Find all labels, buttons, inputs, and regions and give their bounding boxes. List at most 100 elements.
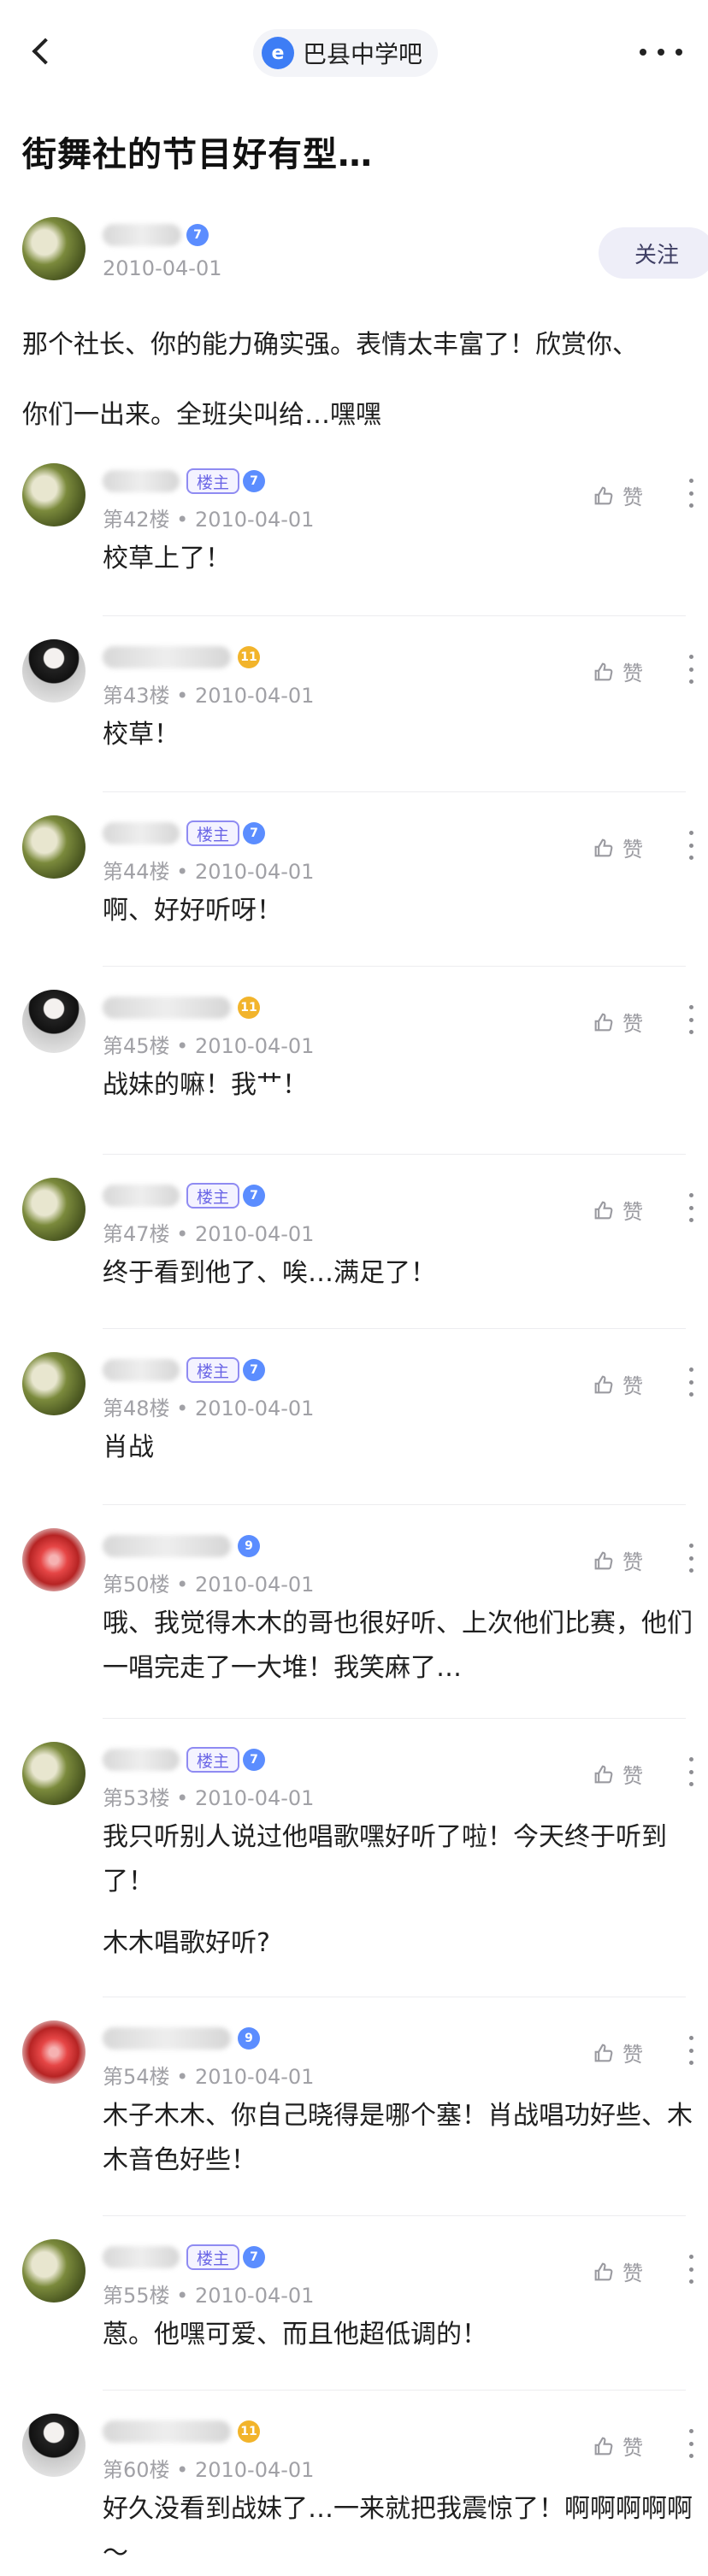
reply-text: 我只听别人说过他唱歌嘿好听了啦！今天终于听到了！: [103, 1822, 667, 1897]
like-label: 赞: [622, 2261, 643, 2285]
reply-username-blurred[interactable]: [103, 1749, 180, 1771]
reply-avatar[interactable]: [22, 1352, 86, 1415]
reply-username-blurred[interactable]: [103, 1185, 180, 1207]
reply-text: 终于看到他了、唉…满足了！: [103, 1258, 436, 1288]
reply-username-blurred[interactable]: [103, 1535, 231, 1557]
reply-avatar[interactable]: [22, 2414, 86, 2477]
like-button[interactable]: 赞: [592, 1195, 643, 1225]
op-username-blurred[interactable]: [103, 224, 181, 246]
reply-avatar[interactable]: [22, 639, 86, 703]
reply-more-icon[interactable]: [682, 1757, 699, 1786]
thumb-up-icon: [594, 2044, 613, 2061]
op-date: 2010-04-01: [103, 256, 222, 280]
reply-text: 校草！: [103, 720, 180, 750]
thumb-up-icon: [594, 486, 613, 504]
thumb-up-icon: [594, 1551, 613, 1569]
host-badge: 楼主: [186, 1747, 240, 1773]
like-button[interactable]: 赞: [592, 1369, 643, 1399]
reply-divider: [103, 1504, 686, 1505]
like-label: 赞: [622, 838, 643, 862]
reply-avatar[interactable]: [22, 1528, 86, 1591]
thumb-up-icon: [594, 1013, 613, 1031]
reply-more-icon[interactable]: [682, 655, 699, 684]
reply-floor-date: 第60楼 • 2010-04-01: [103, 2458, 315, 2482]
reply-username-blurred[interactable]: [103, 2027, 231, 2050]
reply-more-icon[interactable]: [682, 1544, 699, 1573]
reply-username-blurred[interactable]: [103, 822, 180, 844]
like-label: 赞: [622, 662, 643, 685]
reply-avatar[interactable]: [22, 815, 86, 879]
reply-text: 木子木木、你自己晓得是哪个塞！肖战唱功好些、木木音色好些！: [103, 2101, 693, 2175]
reply-avatar[interactable]: [22, 1178, 86, 1241]
reply-avatar[interactable]: [22, 2020, 86, 2084]
reply-text: 战妹的嘛！我艹！: [103, 1070, 308, 1100]
reply-username-blurred[interactable]: [103, 2246, 180, 2268]
reply-username-blurred[interactable]: [103, 997, 231, 1019]
reply-more-icon[interactable]: [682, 2429, 699, 2458]
reply-divider: [103, 2390, 686, 2391]
like-button[interactable]: 赞: [592, 1759, 643, 1789]
like-button[interactable]: 赞: [592, 656, 643, 686]
reply-divider: [103, 1154, 686, 1155]
like-button[interactable]: 赞: [592, 2431, 643, 2461]
like-label: 赞: [622, 1764, 643, 1788]
like-button[interactable]: 赞: [592, 480, 643, 510]
like-button[interactable]: 赞: [592, 1007, 643, 1037]
reply-username-blurred[interactable]: [103, 470, 180, 492]
reply-level-badge: 9: [238, 1535, 260, 1557]
forum-name-pill[interactable]: e 巴县中学吧: [253, 29, 439, 77]
forum-name: 巴县中学吧: [303, 40, 423, 68]
reply-avatar[interactable]: [22, 2239, 86, 2303]
follow-button[interactable]: 关注: [599, 227, 708, 279]
reply-text: 啊、好好听呀！: [103, 896, 282, 926]
reply-more-icon[interactable]: [682, 2036, 699, 2065]
reply-more-icon[interactable]: [682, 831, 699, 860]
thumb-up-icon: [594, 1201, 613, 1219]
op-level-badge: 7: [186, 224, 209, 246]
host-badge: 楼主: [186, 820, 240, 846]
reply-avatar[interactable]: [22, 990, 86, 1053]
like-label: 赞: [622, 2436, 643, 2460]
top-nav-bar: e 巴县中学吧: [0, 0, 708, 106]
reply-text: 好久没看到战妹了…一来就把我震惊了！啊啊啊啊啊～: [103, 2494, 693, 2568]
reply-avatar[interactable]: [22, 1742, 86, 1805]
reply-more-icon[interactable]: [682, 2255, 699, 2284]
reply-level-badge: 11: [238, 646, 260, 668]
reply-username-blurred[interactable]: [103, 646, 231, 668]
reply-avatar[interactable]: [22, 463, 86, 526]
reply-level-badge: 7: [243, 822, 265, 844]
reply-text: 肖战: [103, 1432, 154, 1462]
reply-floor-date: 第44楼 • 2010-04-01: [103, 860, 315, 884]
thumb-up-icon: [594, 838, 613, 856]
reply-more-icon[interactable]: [682, 479, 699, 508]
reply-floor-date: 第54楼 • 2010-04-01: [103, 2065, 315, 2089]
host-badge: 楼主: [186, 2244, 240, 2270]
post-title: 街舞社的节目好有型…: [22, 135, 373, 174]
like-label: 赞: [622, 1374, 643, 1398]
like-button[interactable]: 赞: [592, 2256, 643, 2286]
reply-more-icon[interactable]: [682, 1367, 699, 1397]
like-button[interactable]: 赞: [592, 1545, 643, 1575]
reply-floor-date: 第43楼 • 2010-04-01: [103, 684, 315, 708]
reply-username-blurred[interactable]: [103, 2420, 231, 2443]
reply-text: 哦、我觉得木木的哥也很好听、上次他们比赛，他们一唱完走了一大堆！我笑麻了…: [103, 1609, 693, 1683]
reply-level-badge: 7: [243, 1359, 265, 1381]
reply-level-badge: 11: [238, 2420, 260, 2443]
reply-floor-date: 第53楼 • 2010-04-01: [103, 1786, 315, 1810]
like-button[interactable]: 赞: [592, 832, 643, 862]
more-options-icon[interactable]: [640, 39, 682, 65]
thumb-up-icon: [594, 1765, 613, 1783]
back-arrow-icon[interactable]: [29, 34, 59, 68]
reply-floor-date: 第50楼 • 2010-04-01: [103, 1573, 315, 1597]
op-avatar[interactable]: [22, 217, 86, 280]
like-button[interactable]: 赞: [592, 2038, 643, 2067]
reply-floor-date: 第47楼 • 2010-04-01: [103, 1222, 315, 1246]
like-label: 赞: [622, 1200, 643, 1224]
reply-floor-date: 第42楼 • 2010-04-01: [103, 508, 315, 532]
reply-more-icon[interactable]: [682, 1193, 699, 1222]
reply-level-badge: 7: [243, 1185, 265, 1207]
reply-username-blurred[interactable]: [103, 1359, 180, 1381]
reply-more-icon[interactable]: [682, 1005, 699, 1034]
reply-level-badge: 7: [243, 2246, 265, 2268]
reply-level-badge: 7: [243, 1749, 265, 1771]
